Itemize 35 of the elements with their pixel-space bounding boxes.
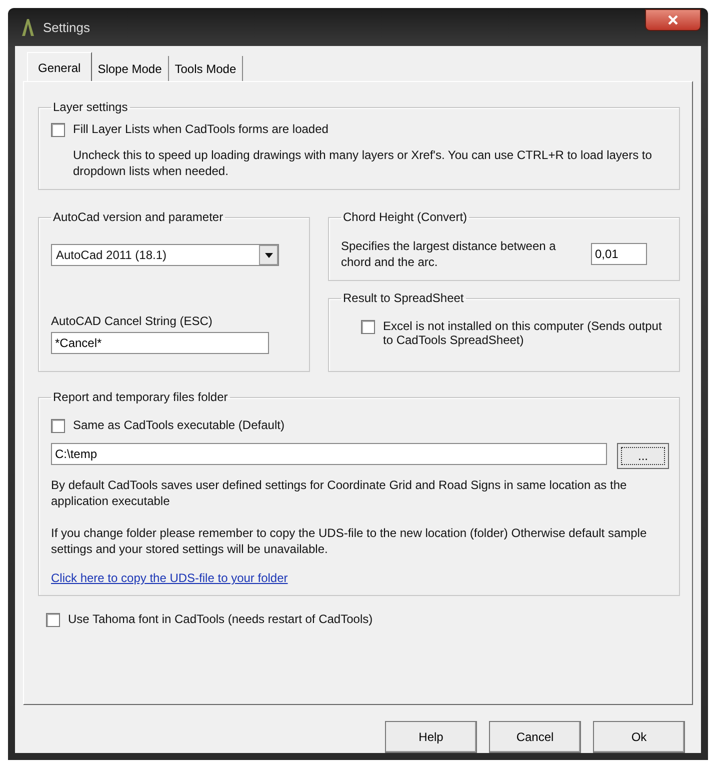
help-text: By default CadTools saves user defined settings for Coordinate Grid and Road Signs in same location as the application executable	[51, 477, 628, 509]
checkbox-label: Fill Layer Lists when CadTools forms are loaded	[73, 122, 328, 136]
checkbox-label: Excel is not installed on this computer (Sends output to CadTools SpreadSheet)	[383, 319, 663, 347]
folder-path-field[interactable]: C:\temp	[51, 443, 607, 465]
dialog-button[interactable]: Cancel	[489, 721, 581, 753]
group-title: Chord Height (Convert)	[342, 210, 468, 224]
help-text: If you change folder please remember to copy the UDS-file to the new location (folder) Otherwise default sample settings and your stored settings will be unavailable.	[51, 525, 648, 557]
group-title: Result to SpreadSheet	[342, 291, 465, 305]
cancel-string-field[interactable]: *Cancel*	[51, 332, 269, 354]
dialog-button[interactable]: Ok	[593, 721, 685, 753]
browse-button[interactable]: ...	[617, 443, 669, 469]
help-text: Uncheck this to speed up loading drawings with many layers or Xref's. You can use CTRL+R to load layers to dropdown lists when needed.	[73, 147, 653, 179]
checkbox[interactable]	[361, 320, 375, 334]
tab[interactable]: Slope Mode	[92, 56, 169, 81]
window-title: Settings	[43, 20, 90, 34]
checkbox[interactable]	[51, 123, 65, 137]
tab[interactable]: Tools Mode	[168, 56, 244, 81]
checkbox[interactable]	[46, 613, 60, 627]
field-label: AutoCAD Cancel String (ESC)	[51, 314, 214, 328]
chord-height-field[interactable]: 0,01	[591, 243, 647, 265]
version-dropdown[interactable]: AutoCad 2011 (18.1)	[51, 244, 279, 266]
checkbox[interactable]	[51, 419, 65, 433]
group-title: Layer settings	[52, 100, 129, 114]
tab[interactable]: General	[27, 52, 92, 81]
checkbox-label: Same as CadTools executable (Default)	[73, 418, 284, 432]
app-icon	[21, 18, 35, 36]
close-icon	[668, 15, 678, 25]
close-button[interactable]	[645, 9, 701, 31]
group-title: AutoCad version and parameter	[52, 210, 224, 224]
field-label: Specifies the largest distance between a chord and the arc.	[341, 238, 557, 270]
dialog-button[interactable]: Help	[385, 721, 477, 753]
checkbox-label: Use Tahoma font in CadTools (needs restart of CadTools)	[68, 612, 373, 626]
copy-file-link[interactable]: Click here to copy the UDS-file to your folder	[51, 571, 288, 585]
group-title: Report and temporary files folder	[52, 390, 229, 404]
dropdown-arrow-icon	[264, 252, 272, 258]
